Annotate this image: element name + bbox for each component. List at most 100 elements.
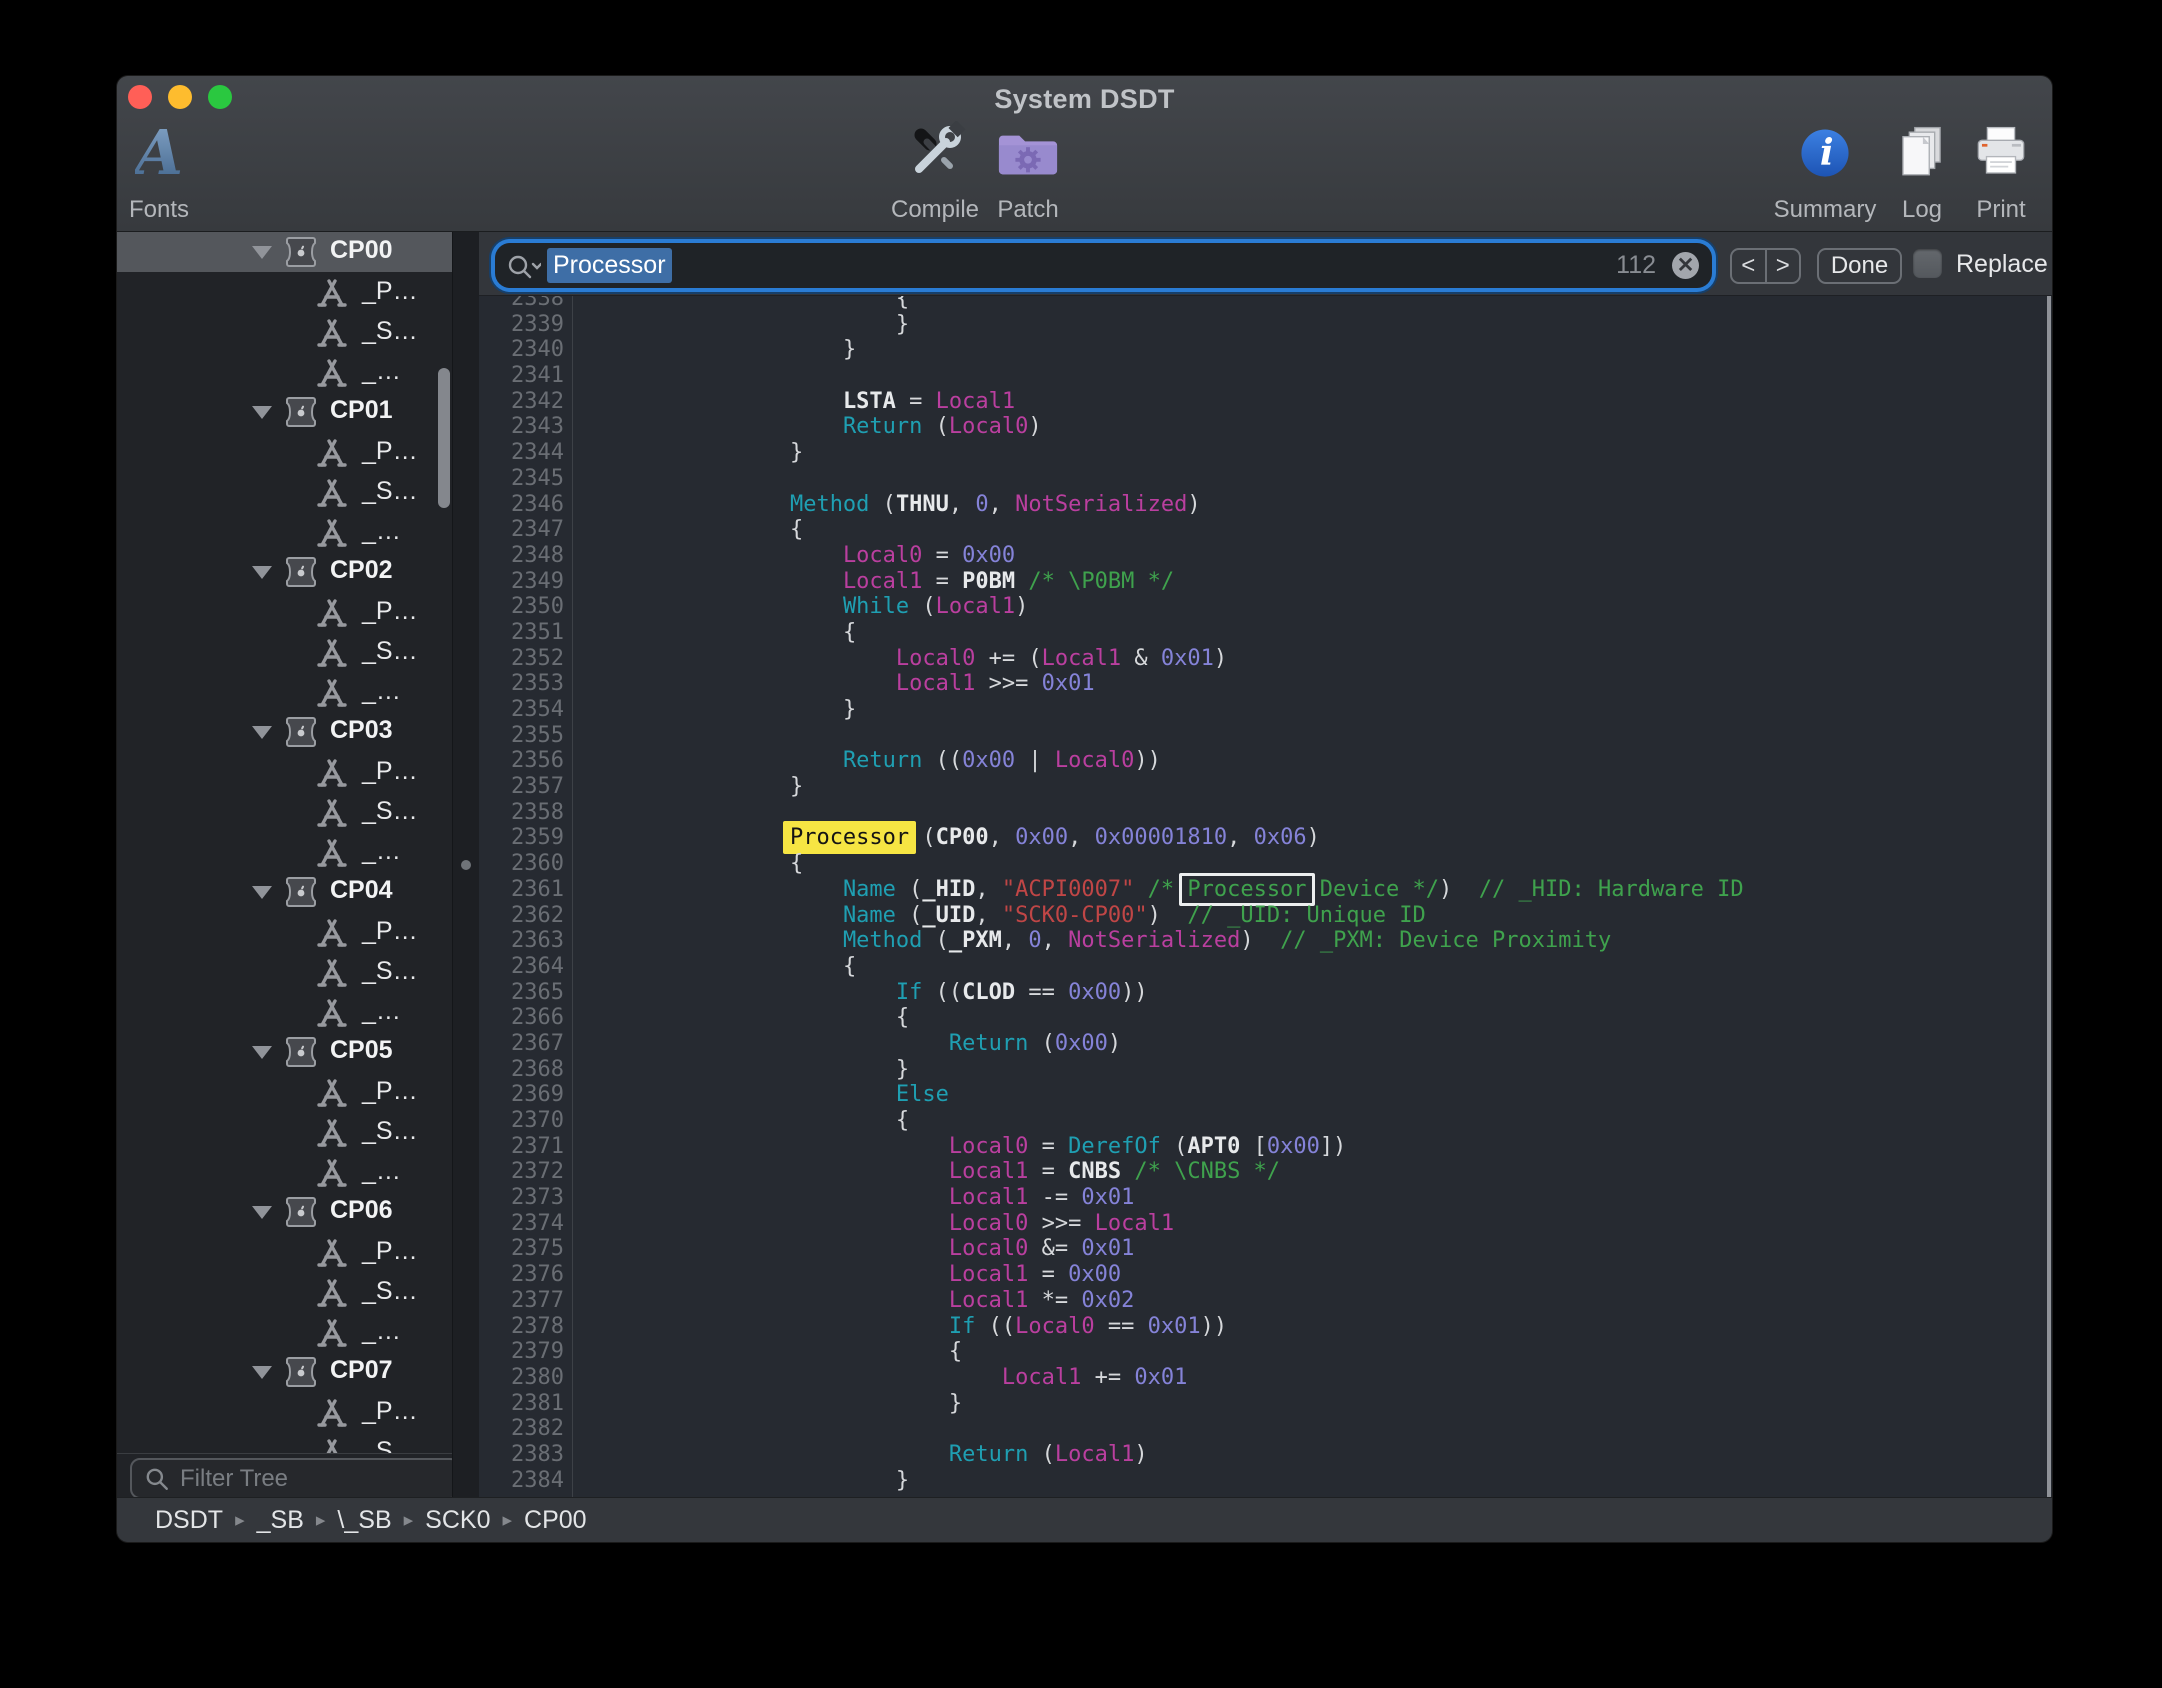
tree-child-item[interactable]: _P… [117, 912, 452, 952]
breadcrumb-item[interactable]: DSDT [155, 1506, 223, 1535]
method-icon [316, 957, 348, 994]
toolbar-item-log[interactable]: Log [1882, 114, 1962, 230]
code-token: _HID [922, 877, 975, 902]
filter-tree-field[interactable] [130, 1458, 460, 1499]
tree-child-item[interactable]: _P… [117, 592, 452, 632]
tree-child-item[interactable]: _… [117, 512, 452, 552]
tree-child-item[interactable]: _S… [117, 952, 452, 992]
sidebar-item-cp01[interactable]: CP01 [117, 392, 452, 432]
tree-child-item[interactable]: _… [117, 1312, 452, 1352]
tree-child-item[interactable]: _S… [117, 312, 452, 352]
pages-stack-icon [1882, 114, 1962, 192]
code-token: { [790, 851, 803, 876]
tree-child-item[interactable]: _S… [117, 792, 452, 832]
toolbar-label: Patch [983, 196, 1073, 224]
code-token: 0x00 [1068, 980, 1121, 1005]
method-icon [316, 917, 348, 954]
tree-child-label: _P… [362, 1397, 418, 1426]
tree-child-label: _S… [362, 797, 418, 826]
sidebar-item-cp05[interactable]: CP05 [117, 1032, 452, 1072]
clear-search-icon[interactable]: ✕ [1672, 252, 1699, 279]
pane-splitter[interactable] [452, 232, 481, 1497]
sidebar-item-cp04[interactable]: CP04 [117, 872, 452, 912]
disclosure-triangle-icon[interactable] [252, 246, 272, 259]
tree-child-item[interactable]: _… [117, 672, 452, 712]
tree-child-item[interactable]: _P… [117, 1072, 452, 1112]
code-token: , [1002, 928, 1029, 953]
toolbar-item-summary[interactable]: i Summary [1765, 114, 1885, 230]
code-line: 2346Method (THNU, 0, NotSerialized) [479, 492, 2052, 518]
tree-child-item[interactable]: _… [117, 1152, 452, 1192]
search-query[interactable]: Processor [547, 248, 672, 283]
code-token: { [843, 954, 856, 979]
scope-icon [284, 876, 318, 913]
sidebar-item-cp03[interactable]: CP03 [117, 712, 452, 752]
tree-child-item[interactable]: _S… [117, 1112, 452, 1152]
tree-child-label: _S… [362, 637, 418, 666]
sidebar-item-cp02[interactable]: CP02 [117, 552, 452, 592]
tree-child-item[interactable]: _P… [117, 1232, 452, 1272]
scope-icon [284, 556, 318, 593]
code-token: 0x00 [962, 748, 1015, 773]
tree-child-item[interactable]: _… [117, 352, 452, 392]
code-token: Local0 [843, 543, 922, 568]
disclosure-triangle-icon[interactable] [252, 1046, 272, 1059]
tree-child-label: _P… [362, 917, 418, 946]
search-icon [144, 1466, 170, 1492]
code-editor[interactable]: 2338{2339}2340}23412342LSTA = Local12343… [479, 232, 2052, 1497]
tree-child-item[interactable]: _S… [117, 472, 452, 512]
editor-scrollbar[interactable] [2047, 295, 2051, 1497]
splitter-handle-icon[interactable] [461, 860, 471, 870]
sidebar-scrollbar-thumb[interactable] [438, 368, 450, 508]
toolbar-item-print[interactable]: Print [1961, 114, 2041, 230]
filter-tree-input[interactable] [178, 1464, 452, 1494]
next-match-button[interactable]: > [1767, 250, 1800, 282]
tree-child-label: _S… [362, 957, 418, 986]
code-token: DerefOf [1068, 1134, 1161, 1159]
disclosure-triangle-icon[interactable] [252, 726, 272, 739]
disclosure-triangle-icon[interactable] [252, 1366, 272, 1379]
code-token: ( [1028, 1031, 1055, 1056]
tree-child-item[interactable]: _S… [117, 1432, 452, 1453]
replace-checkbox[interactable] [1913, 249, 1942, 278]
disclosure-triangle-icon[interactable] [252, 1206, 272, 1219]
tree-child-label: _… [362, 517, 401, 546]
sidebar-item-cp07[interactable]: CP07 [117, 1352, 452, 1392]
toolbar-item-compile[interactable]: Compile [885, 114, 985, 230]
tree-child-item[interactable]: _P… [117, 272, 452, 312]
toolbar-item-fonts[interactable]: A Fonts [121, 114, 197, 230]
disclosure-triangle-icon[interactable] [252, 886, 272, 899]
tree-group-label: CP05 [330, 1036, 393, 1065]
tree-child-item[interactable]: _P… [117, 752, 452, 792]
code-token: { [896, 1108, 909, 1133]
disclosure-triangle-icon[interactable] [252, 406, 272, 419]
breadcrumb-item[interactable]: SCK0 [425, 1506, 490, 1535]
code-line: 2345 [479, 466, 2052, 492]
code-text: If ((CLOD == 0x00)) [572, 980, 1148, 1006]
tree-child-item[interactable]: _… [117, 992, 452, 1032]
breadcrumb-item[interactable]: \_SB [337, 1506, 391, 1535]
code-line: 2370{ [479, 1108, 2052, 1134]
toolbar-item-patch[interactable]: Patch [983, 114, 1073, 230]
code-token: { [896, 1005, 909, 1030]
tree-child-item[interactable]: _… [117, 832, 452, 872]
tree-child-item[interactable]: _S… [117, 632, 452, 672]
breadcrumb-item[interactable]: _SB [257, 1506, 304, 1535]
breadcrumb-item[interactable]: CP00 [524, 1506, 587, 1535]
sidebar-item-cp00[interactable]: CP00 [117, 232, 452, 272]
search-menu-icon[interactable] [507, 252, 541, 282]
code-text: Return (Local1) [572, 1442, 1148, 1468]
code-token: (( [922, 748, 962, 773]
match-count: 112 [1616, 251, 1656, 280]
disclosure-triangle-icon[interactable] [252, 566, 272, 579]
tree-child-item[interactable]: _S… [117, 1272, 452, 1312]
previous-match-button[interactable]: < [1732, 250, 1767, 282]
code-line: 2343Return (Local0) [479, 414, 2052, 440]
tree-child-item[interactable]: _P… [117, 432, 452, 472]
tree-child-item[interactable]: _P… [117, 1392, 452, 1432]
search-field[interactable]: Processor 112 ✕ [495, 243, 1712, 288]
info-icon: i [1765, 114, 1885, 192]
filter-zone [117, 1453, 452, 1498]
done-button[interactable]: Done [1817, 248, 1902, 284]
sidebar-item-cp06[interactable]: CP06 [117, 1192, 452, 1232]
